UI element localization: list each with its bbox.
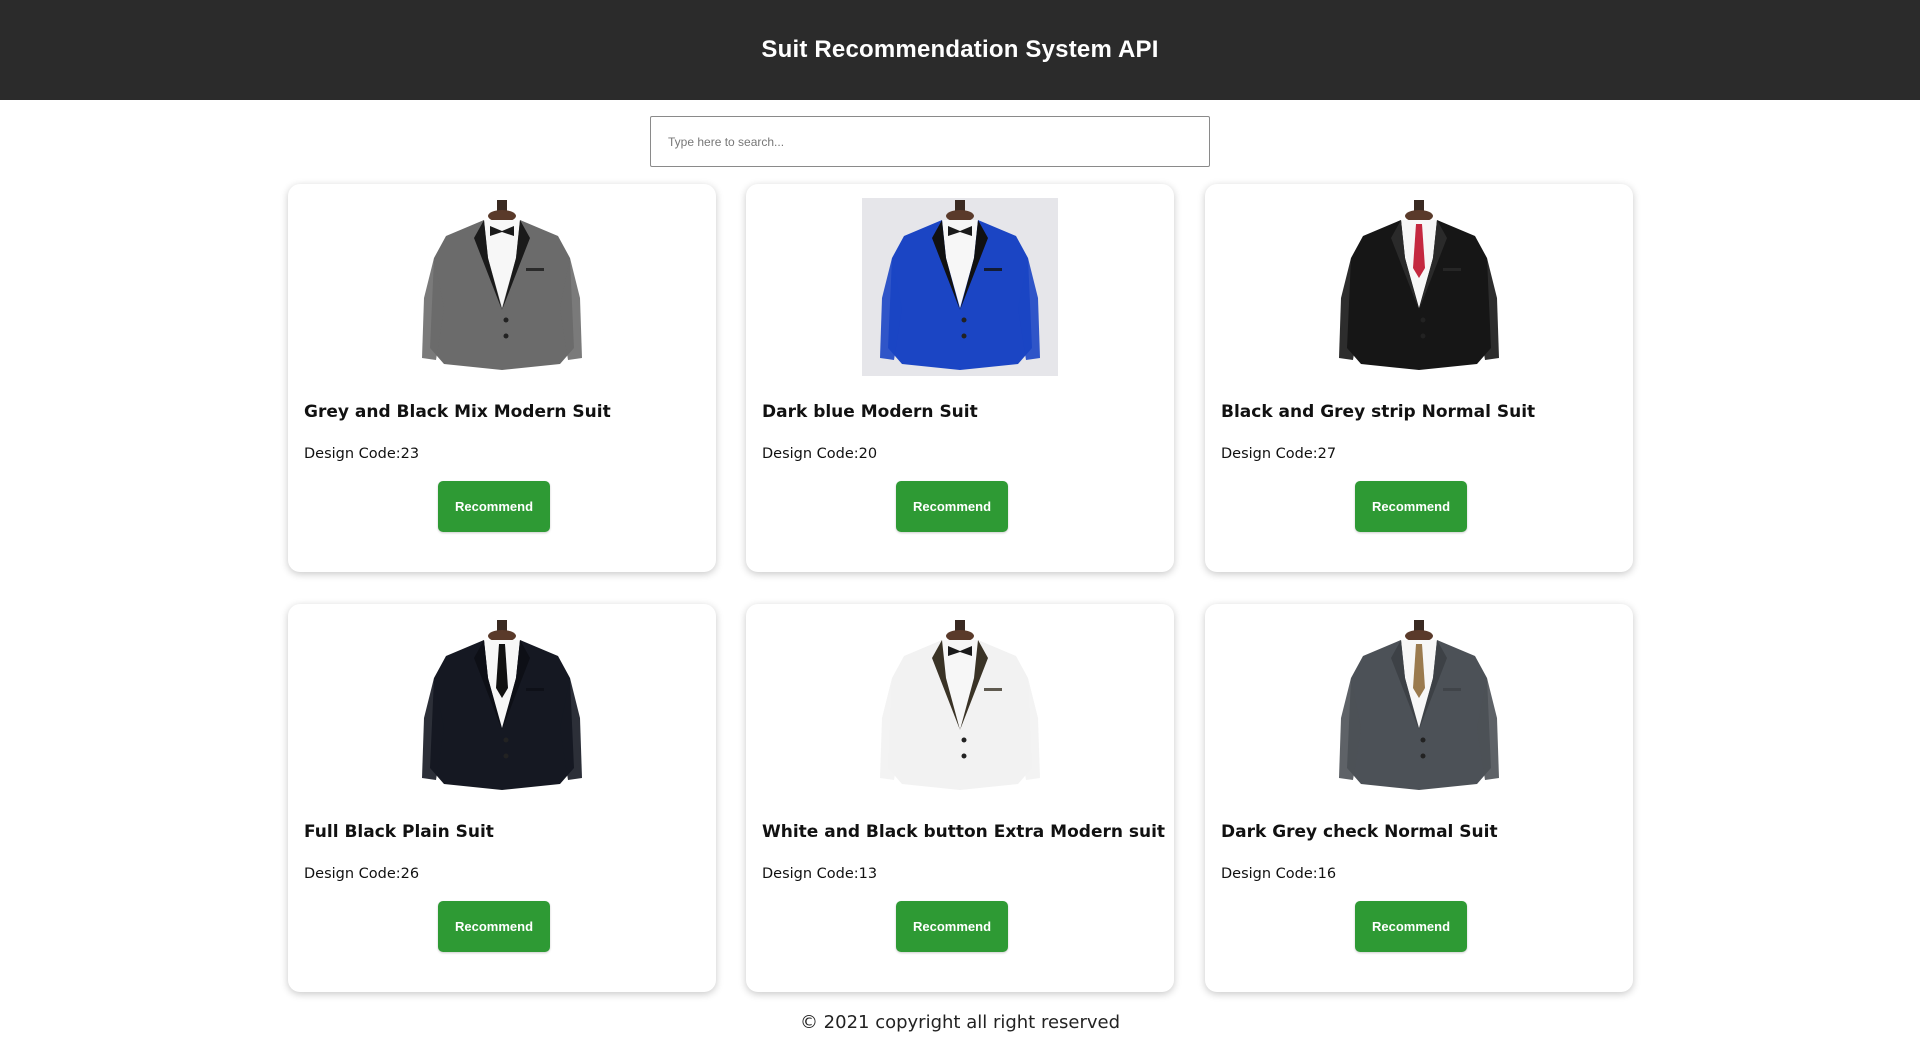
design-code: Design Code:27 — [1221, 446, 1337, 462]
white-suit-image — [746, 618, 1174, 798]
recommend-button[interactable]: Recommend — [438, 901, 550, 952]
black-plain-suit-image — [288, 618, 716, 798]
search-input[interactable] — [650, 116, 1210, 167]
suit-card: Dark Grey check Normal Suit Design Code:1… — [1205, 604, 1633, 992]
recommend-button[interactable]: Recommend — [1355, 481, 1467, 532]
suit-card: Black and Grey strip Normal Suit Design C… — [1205, 184, 1633, 572]
black-suit-image — [1205, 198, 1633, 378]
recommend-button[interactable]: Recommend — [896, 901, 1008, 952]
suit-title: Dark Grey check Normal Suit — [1221, 822, 1498, 842]
recommend-button[interactable]: Recommend — [1355, 901, 1467, 952]
suit-title: Black and Grey strip Normal Suit — [1221, 402, 1536, 422]
app-header: Suit Recommendation System API — [0, 0, 1920, 100]
suit-card: White and Black button Extra Modern suit… — [746, 604, 1174, 992]
suit-title: Full Black Plain Suit — [304, 822, 494, 842]
suit-card: Full Black Plain Suit Design Code:26 Recom… — [288, 604, 716, 992]
grey-check-suit-image — [1205, 618, 1633, 798]
design-code: Design Code:20 — [762, 446, 878, 462]
suit-card: Grey and Black Mix Modern Suit Design Cod… — [288, 184, 716, 572]
design-code: Design Code:13 — [762, 866, 878, 882]
suit-card: Dark blue Modern Suit Design Code:20 Recom… — [746, 184, 1174, 572]
design-code: Design Code:16 — [1221, 866, 1337, 882]
recommend-button[interactable]: Recommend — [896, 481, 1008, 532]
grey-suit-image — [288, 198, 716, 378]
suit-title: Dark blue Modern Suit — [762, 402, 978, 422]
page-title: Suit Recommendation System API — [761, 36, 1159, 63]
suit-title: Grey and Black Mix Modern Suit — [304, 402, 611, 422]
recommend-button[interactable]: Recommend — [438, 481, 550, 532]
blue-suit-image — [746, 198, 1174, 378]
design-code: Design Code:26 — [304, 866, 420, 882]
suit-title: White and Black button Extra Modern suit — [762, 822, 1166, 842]
copyright-footer: © 2021 copyright all right reserved — [799, 1012, 1121, 1033]
search-container — [650, 116, 1210, 167]
design-code: Design Code:23 — [304, 446, 420, 462]
